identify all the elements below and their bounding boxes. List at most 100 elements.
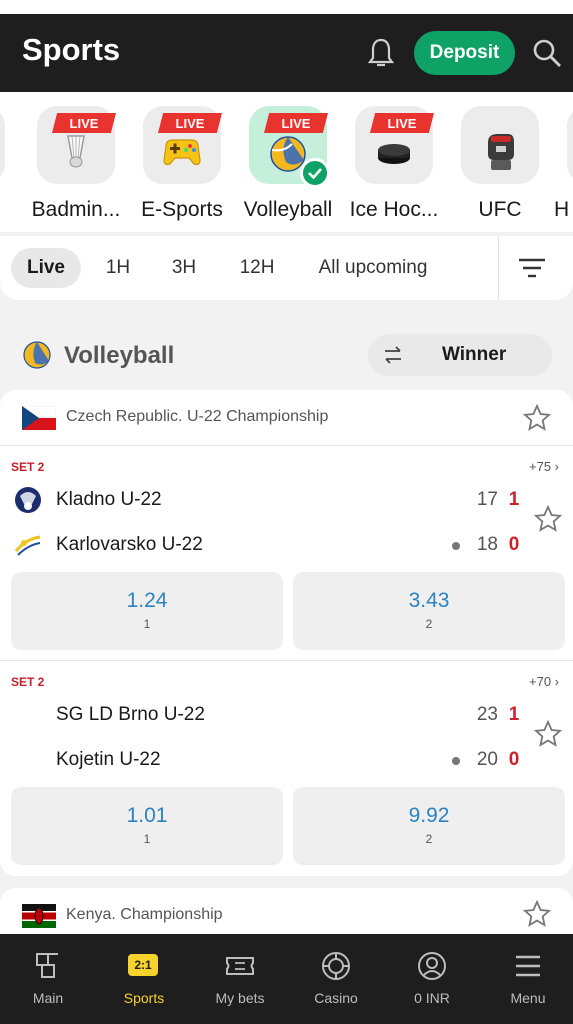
sport-item-partial-right[interactable]: H xyxy=(554,106,573,226)
nav-label: Menu xyxy=(510,990,546,1006)
nav-menu[interactable]: Menu xyxy=(480,934,573,1024)
sport-label: H xyxy=(554,198,570,221)
nav-label: Main xyxy=(32,990,64,1006)
team-logo-icon xyxy=(14,535,41,556)
user-circle-icon xyxy=(418,952,446,980)
kenya-flag-icon xyxy=(22,904,56,928)
filter-3h[interactable]: 3H xyxy=(162,248,206,288)
odd-label: 1 xyxy=(143,832,151,846)
team-sets: 1 xyxy=(508,489,520,510)
league-header[interactable]: Czech Republic. U-22 Championship xyxy=(0,390,573,446)
page-title: Sports xyxy=(22,32,121,67)
team-row: Kojetin U-22 20 0 xyxy=(0,740,573,780)
sport-label: UFC xyxy=(478,198,522,221)
serve-indicator xyxy=(452,542,460,550)
selected-check-icon xyxy=(300,158,330,188)
section-title: Volleyball xyxy=(64,342,175,369)
more-markets-link[interactable]: +70 › xyxy=(529,674,559,689)
serve-indicator xyxy=(452,757,460,765)
mma-glove-icon xyxy=(488,134,514,170)
league-card: Czech Republic. U-22 Championship SET 2 … xyxy=(0,390,573,876)
league-name: Czech Republic. U-22 Championship xyxy=(66,408,329,425)
team-row: Karlovarsko U-22 18 0 xyxy=(0,525,573,565)
time-filter-bar: Live 1H 3H 12H All upcoming xyxy=(0,236,573,300)
nav-label: Sports xyxy=(123,990,165,1006)
match-row[interactable]: SET 2 +75 › Kladno U-22 17 1 Karlovarsko… xyxy=(0,446,573,661)
app-header: Sports Deposit xyxy=(0,14,573,92)
odd-button-1[interactable]: 1.01 1 xyxy=(11,787,283,865)
sport-item-ufc[interactable]: UFC xyxy=(450,106,550,226)
filter-all-upcoming[interactable]: All upcoming xyxy=(312,248,434,288)
gamepad-icon xyxy=(163,139,201,166)
odd-button-1[interactable]: 1.24 1 xyxy=(11,572,283,650)
casino-chip-icon xyxy=(322,952,350,980)
team-sets: 1 xyxy=(508,704,520,725)
team-points: 23 xyxy=(476,704,498,725)
sport-item-badminton[interactable]: LIVE Badmin... xyxy=(26,106,126,226)
nav-sports[interactable]: 2:1 Sports xyxy=(96,934,192,1024)
scoreboard-icon: 2:1 xyxy=(128,954,158,976)
team-points: 18 xyxy=(476,534,498,555)
team-sets: 0 xyxy=(508,749,520,770)
search-icon[interactable] xyxy=(530,36,564,70)
match-period: SET 2 xyxy=(11,675,45,689)
bell-icon[interactable] xyxy=(362,34,400,72)
team-sets: 0 xyxy=(508,534,520,555)
sport-item-esports[interactable]: LIVE E-Sports xyxy=(132,106,232,226)
sport-label: E-Sports xyxy=(141,198,223,221)
filter-live[interactable]: Live xyxy=(11,248,81,288)
hockey-puck-icon xyxy=(378,144,410,164)
market-selector[interactable]: Winner xyxy=(368,334,552,376)
nav-label: My bets xyxy=(215,990,265,1006)
odd-label: 2 xyxy=(425,832,433,846)
team-name: Kladno U-22 xyxy=(56,489,162,510)
sport-tile xyxy=(0,106,5,184)
team-row: Kladno U-22 17 1 xyxy=(0,480,573,520)
czech-flag-icon xyxy=(22,406,56,430)
live-badge: LIVE xyxy=(158,113,222,133)
team-row: SG LD Brno U-22 23 1 xyxy=(0,695,573,735)
sport-label: Volleyball xyxy=(243,198,333,221)
live-badge: LIVE xyxy=(264,113,328,133)
odd-value: 1.24 xyxy=(126,589,168,612)
hamburger-menu-icon xyxy=(516,955,540,977)
team-logo-icon xyxy=(15,487,41,513)
filter-lines-icon[interactable] xyxy=(516,256,548,280)
odd-button-2[interactable]: 3.43 2 xyxy=(293,572,565,650)
favorite-star-icon[interactable] xyxy=(533,504,563,534)
favorite-star-icon[interactable] xyxy=(522,403,552,433)
team-name: Kojetin U-22 xyxy=(56,749,161,770)
sports-carousel: s LIVE Badmin... LIVE E-Sports LIVE xyxy=(0,92,573,232)
status-strip xyxy=(0,0,573,14)
nav-account[interactable]: 0 INR xyxy=(384,934,480,1024)
sport-label: Badmin... xyxy=(31,198,121,221)
sport-label: Ice Hoc... xyxy=(349,198,439,221)
deposit-button[interactable]: Deposit xyxy=(414,31,515,75)
odd-value: 3.43 xyxy=(408,589,450,612)
live-badge: LIVE xyxy=(52,113,116,133)
nav-casino[interactable]: Casino xyxy=(288,934,384,1024)
filter-12h[interactable]: 12H xyxy=(232,248,282,288)
sport-item-partial-left[interactable]: s xyxy=(0,106,16,226)
nav-main[interactable]: Main xyxy=(0,934,96,1024)
sport-tile xyxy=(567,106,573,184)
team-name: Karlovarsko U-22 xyxy=(56,534,203,555)
more-markets-link[interactable]: +75 › xyxy=(529,459,559,474)
volleyball-icon xyxy=(23,341,51,369)
divider xyxy=(498,236,499,300)
odd-value: 9.92 xyxy=(408,804,450,827)
team-points: 20 xyxy=(476,749,498,770)
match-row[interactable]: SET 2 +70 › SG LD Brno U-22 23 1 Kojetin… xyxy=(0,661,573,876)
nav-label: 0 INR xyxy=(414,990,450,1006)
favorite-star-icon[interactable] xyxy=(522,899,552,929)
filter-1h[interactable]: 1H xyxy=(96,248,140,288)
nav-label: Casino xyxy=(314,990,358,1006)
league-name: Kenya. Championship xyxy=(66,906,223,923)
odd-label: 2 xyxy=(425,617,433,631)
favorite-star-icon[interactable] xyxy=(533,719,563,749)
odd-button-2[interactable]: 9.92 2 xyxy=(293,787,565,865)
ticket-icon xyxy=(226,957,254,975)
nav-my-bets[interactable]: My bets xyxy=(192,934,288,1024)
sport-item-ice-hockey[interactable]: LIVE Ice Hoc... xyxy=(344,106,444,226)
shuttlecock-icon xyxy=(67,135,85,168)
